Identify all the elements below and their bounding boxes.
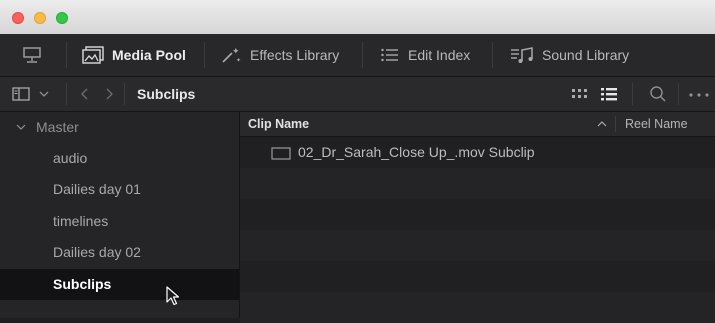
clip-name-cell: 02_Dr_Sarah_Close Up_.mov Subclip — [298, 144, 535, 160]
empty-row — [240, 261, 715, 292]
toolbar-divider — [362, 42, 363, 68]
empty-row — [240, 230, 715, 261]
zoom-window-button[interactable] — [56, 12, 68, 24]
toolbar-divider — [66, 42, 67, 68]
magic-wand-icon: ✦ ✦ — [222, 47, 241, 64]
back-arrow-icon[interactable] — [80, 88, 90, 100]
effects-library-button[interactable]: ✦ ✦ Effects Library — [220, 34, 339, 76]
effects-library-label: Effects Library — [250, 47, 340, 63]
search-icon[interactable] — [649, 85, 667, 103]
svg-text:✦: ✦ — [236, 57, 241, 64]
chevron-down-icon[interactable] — [16, 123, 26, 131]
bin-item-label: Dailies day 02 — [53, 244, 141, 260]
toolbar-divider — [492, 42, 493, 68]
column-divider[interactable] — [615, 116, 616, 132]
edit-index-label: Edit Index — [408, 47, 471, 63]
list-header: Clip Name Reel Name — [240, 112, 715, 137]
pathbar-divider — [66, 83, 67, 105]
pathbar-divider — [632, 83, 633, 105]
media-pool-button[interactable]: Media Pool — [82, 34, 186, 76]
music-note-icon — [511, 47, 533, 63]
column-header-clip-name[interactable]: Clip Name — [248, 117, 309, 131]
sound-library-button[interactable]: Sound Library — [510, 34, 629, 76]
bin-item-dailies-day-01[interactable]: Dailies day 01 — [0, 174, 239, 205]
clip-row[interactable]: 02_Dr_Sarah_Close Up_.mov Subclip — [240, 137, 715, 168]
empty-row — [240, 199, 715, 230]
edit-index-button[interactable]: Edit Index — [380, 34, 470, 76]
bin-item-audio[interactable]: audio — [0, 143, 239, 174]
minimize-window-button[interactable] — [34, 12, 46, 24]
bin-item-timelines[interactable]: timelines — [0, 206, 239, 237]
sort-ascending-icon[interactable] — [597, 120, 607, 128]
sound-library-label: Sound Library — [542, 47, 630, 63]
bin-item-label: Subclips — [53, 276, 112, 292]
bin-path-bar: Subclips — [0, 77, 715, 112]
mouse-pointer-icon — [166, 286, 180, 306]
bin-item-label: Dailies day 01 — [53, 181, 141, 197]
bin-item-dailies-day-02[interactable]: Dailies day 02 — [0, 237, 239, 268]
sidebar-toggle-icon[interactable] — [12, 86, 30, 102]
clip-list: Clip Name Reel Name 02_Dr_Sarah_Close Up… — [240, 112, 715, 323]
bin-list-sidebar: Master audio Dailies day 01 timelines Da… — [0, 112, 240, 318]
clip-icon — [271, 147, 291, 160]
bin-master-label: Master — [36, 119, 79, 135]
chevron-down-icon[interactable] — [38, 89, 50, 99]
list-icon — [381, 48, 398, 62]
thumbnail-view-icon[interactable] — [571, 87, 589, 101]
pathbar-divider — [124, 83, 125, 105]
empty-row — [240, 292, 715, 323]
window-titlebar — [0, 0, 715, 35]
list-view-icon[interactable] — [600, 86, 618, 102]
more-options-icon[interactable] — [688, 92, 712, 98]
svg-text:✦: ✦ — [232, 47, 240, 57]
pathbar-divider — [678, 83, 679, 105]
toolbar-divider — [204, 42, 205, 68]
monitor-toggle-button[interactable] — [22, 34, 42, 76]
monitor-icon — [23, 47, 41, 63]
media-pool-label: Media Pool — [112, 47, 186, 63]
empty-row — [240, 168, 715, 199]
bin-master[interactable]: Master — [0, 112, 239, 143]
bin-item-label: audio — [53, 150, 88, 166]
bin-item-subclips[interactable]: Subclips — [0, 269, 239, 300]
bin-item-label: timelines — [53, 213, 109, 229]
top-toolbar: Media Pool ✦ ✦ Effects Library Edit Inde… — [0, 34, 715, 77]
close-window-button[interactable] — [12, 12, 24, 24]
current-bin-title: Subclips — [137, 86, 196, 102]
media-pool-icon — [82, 46, 104, 64]
column-header-reel-name[interactable]: Reel Name — [625, 117, 688, 131]
forward-arrow-icon[interactable] — [104, 88, 114, 100]
